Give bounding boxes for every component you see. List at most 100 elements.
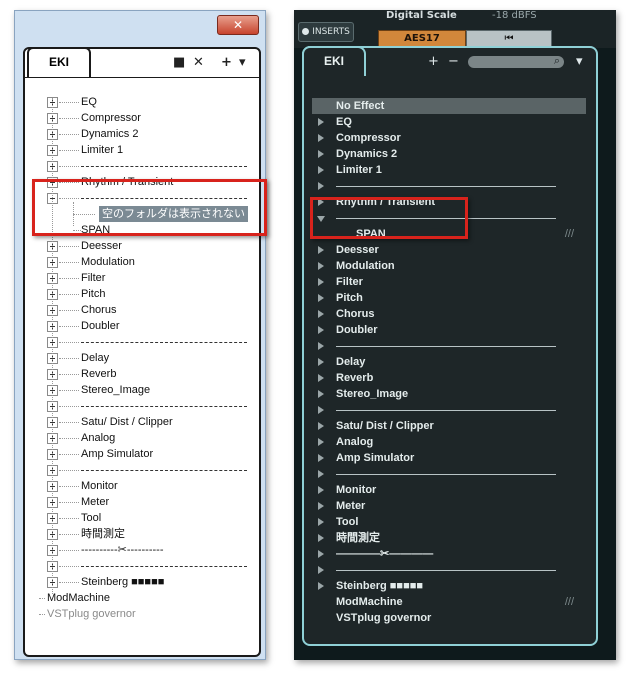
- right-tree-row[interactable]: VSTplug governor: [304, 610, 580, 626]
- expand-arrow-icon[interactable]: [318, 406, 324, 414]
- left-tree-row[interactable]: Steinberg ■■■■■: [25, 574, 255, 590]
- right-tree-row[interactable]: Analog: [304, 434, 580, 450]
- right-tree-row[interactable]: Stereo_Image: [304, 386, 580, 402]
- expand-arrow-icon[interactable]: [318, 358, 324, 366]
- remove-icon[interactable]: −: [448, 54, 459, 69]
- inserts-button[interactable]: INSERTS: [298, 22, 354, 42]
- left-tree-row[interactable]: Dynamics 2: [25, 126, 255, 142]
- left-tree-row[interactable]: ----------✂----------: [25, 542, 255, 558]
- left-tree-row[interactable]: Doubler: [25, 318, 255, 334]
- expand-arrow-icon[interactable]: [318, 182, 324, 190]
- right-tree-row[interactable]: EQ: [304, 114, 580, 130]
- right-tree-row[interactable]: Monitor: [304, 482, 580, 498]
- expand-arrow-icon[interactable]: [318, 454, 324, 462]
- right-tree-row[interactable]: Dynamics 2: [304, 146, 580, 162]
- right-tree-row[interactable]: Pitch: [304, 290, 580, 306]
- right-tree-row[interactable]: Reverb: [304, 370, 580, 386]
- left-tree-row[interactable]: Chorus: [25, 302, 255, 318]
- expand-arrow-icon[interactable]: [318, 278, 324, 286]
- search-input[interactable]: ⌕: [468, 54, 564, 68]
- expand-arrow-icon[interactable]: [318, 134, 324, 142]
- expand-arrow-icon[interactable]: [318, 374, 324, 382]
- left-tree-row[interactable]: Pitch: [25, 286, 255, 302]
- folder-icon[interactable]: ■: [173, 55, 185, 70]
- right-tree-row[interactable]: Satu/ Dist / Clipper: [304, 418, 580, 434]
- expand-arrow-icon[interactable]: [318, 342, 324, 350]
- expand-arrow-icon[interactable]: [318, 326, 324, 334]
- left-tree-row[interactable]: Delay: [25, 350, 255, 366]
- left-tree-row[interactable]: Tool: [25, 510, 255, 526]
- right-tree-row[interactable]: [304, 562, 580, 578]
- left-tree-row[interactable]: Stereo_Image: [25, 382, 255, 398]
- expand-arrow-icon[interactable]: [318, 534, 324, 542]
- expand-arrow-icon[interactable]: [318, 502, 324, 510]
- left-tree-row[interactable]: Meter: [25, 494, 255, 510]
- expand-arrow-icon[interactable]: [318, 438, 324, 446]
- right-tree-row[interactable]: Filter: [304, 274, 580, 290]
- right-tree-row[interactable]: [304, 402, 580, 418]
- right-tree-row[interactable]: Limiter 1: [304, 162, 580, 178]
- left-tree-row[interactable]: EQ: [25, 94, 255, 110]
- right-tree-row[interactable]: ModMachine ///: [304, 594, 580, 610]
- expand-arrow-icon[interactable]: [318, 566, 324, 574]
- right-tree-row[interactable]: [304, 178, 580, 194]
- tree-connector: [59, 134, 79, 135]
- left-tree-row[interactable]: Filter: [25, 270, 255, 286]
- right-tree-row[interactable]: Meter: [304, 498, 580, 514]
- right-tree-row[interactable]: [304, 338, 580, 354]
- right-tree-row[interactable]: Deesser: [304, 242, 580, 258]
- right-tree-row[interactable]: Chorus: [304, 306, 580, 322]
- right-tree-row[interactable]: Steinberg ■■■■■: [304, 578, 580, 594]
- left-tree-row[interactable]: [25, 462, 255, 478]
- left-tree-row[interactable]: VSTplug governor: [25, 606, 255, 622]
- left-tree-row[interactable]: Reverb: [25, 366, 255, 382]
- left-tree-row[interactable]: Compressor: [25, 110, 255, 126]
- right-tree-row[interactable]: Doubler: [304, 322, 580, 338]
- left-tree-row[interactable]: Amp Simulator: [25, 446, 255, 462]
- expand-arrow-icon[interactable]: [318, 470, 324, 478]
- close-icon[interactable]: ✕: [193, 55, 204, 70]
- expand-arrow-icon[interactable]: [318, 518, 324, 526]
- left-tree-row[interactable]: Analog: [25, 430, 255, 446]
- expand-arrow-icon[interactable]: [318, 390, 324, 398]
- add-icon[interactable]: +: [221, 55, 232, 70]
- expand-arrow-icon[interactable]: [318, 486, 324, 494]
- tab-eki-dark[interactable]: EKI: [302, 46, 366, 76]
- left-tree-row[interactable]: [25, 158, 255, 174]
- expand-arrow-icon[interactable]: [318, 550, 324, 558]
- expand-arrow-icon[interactable]: [318, 150, 324, 158]
- menu-chevron-icon[interactable]: ▾: [239, 55, 246, 70]
- left-tree-row[interactable]: Deesser: [25, 238, 255, 254]
- left-tree-row[interactable]: Monitor: [25, 478, 255, 494]
- right-tree-row[interactable]: Amp Simulator: [304, 450, 580, 466]
- right-tree-row[interactable]: ————✂————: [304, 546, 580, 562]
- tab-eki[interactable]: EKI: [27, 47, 91, 77]
- right-tree-row[interactable]: Tool: [304, 514, 580, 530]
- left-tree-row[interactable]: ModMachine: [25, 590, 255, 606]
- expand-arrow-icon[interactable]: [318, 294, 324, 302]
- expand-arrow-icon[interactable]: [318, 118, 324, 126]
- expand-arrow-icon[interactable]: [318, 166, 324, 174]
- expand-arrow-icon[interactable]: [318, 310, 324, 318]
- left-tree-row[interactable]: [25, 398, 255, 414]
- left-tree-row[interactable]: Satu/ Dist / Clipper: [25, 414, 255, 430]
- window-close-button[interactable]: ✕: [217, 15, 259, 35]
- expand-arrow-icon[interactable]: [318, 582, 324, 590]
- right-tree-row[interactable]: 時間測定: [304, 530, 580, 546]
- left-tree-row[interactable]: [25, 334, 255, 350]
- expand-arrow-icon[interactable]: [318, 246, 324, 254]
- right-tree-row[interactable]: Delay: [304, 354, 580, 370]
- left-tree-row[interactable]: Modulation: [25, 254, 255, 270]
- right-tree-row[interactable]: Compressor: [304, 130, 580, 146]
- menu-chevron-icon[interactable]: ▾: [576, 54, 583, 69]
- left-tree-label: Analog: [81, 432, 116, 444]
- left-tree-row[interactable]: [25, 558, 255, 574]
- right-tree-row[interactable]: [304, 466, 580, 482]
- add-icon[interactable]: +: [428, 54, 439, 69]
- right-tree-row[interactable]: Modulation: [304, 258, 580, 274]
- left-tree-row[interactable]: 時間測定: [25, 526, 255, 542]
- right-tree-row[interactable]: No Effect: [312, 98, 586, 114]
- expand-arrow-icon[interactable]: [318, 422, 324, 430]
- expand-arrow-icon[interactable]: [318, 262, 324, 270]
- left-tree-row[interactable]: Limiter 1: [25, 142, 255, 158]
